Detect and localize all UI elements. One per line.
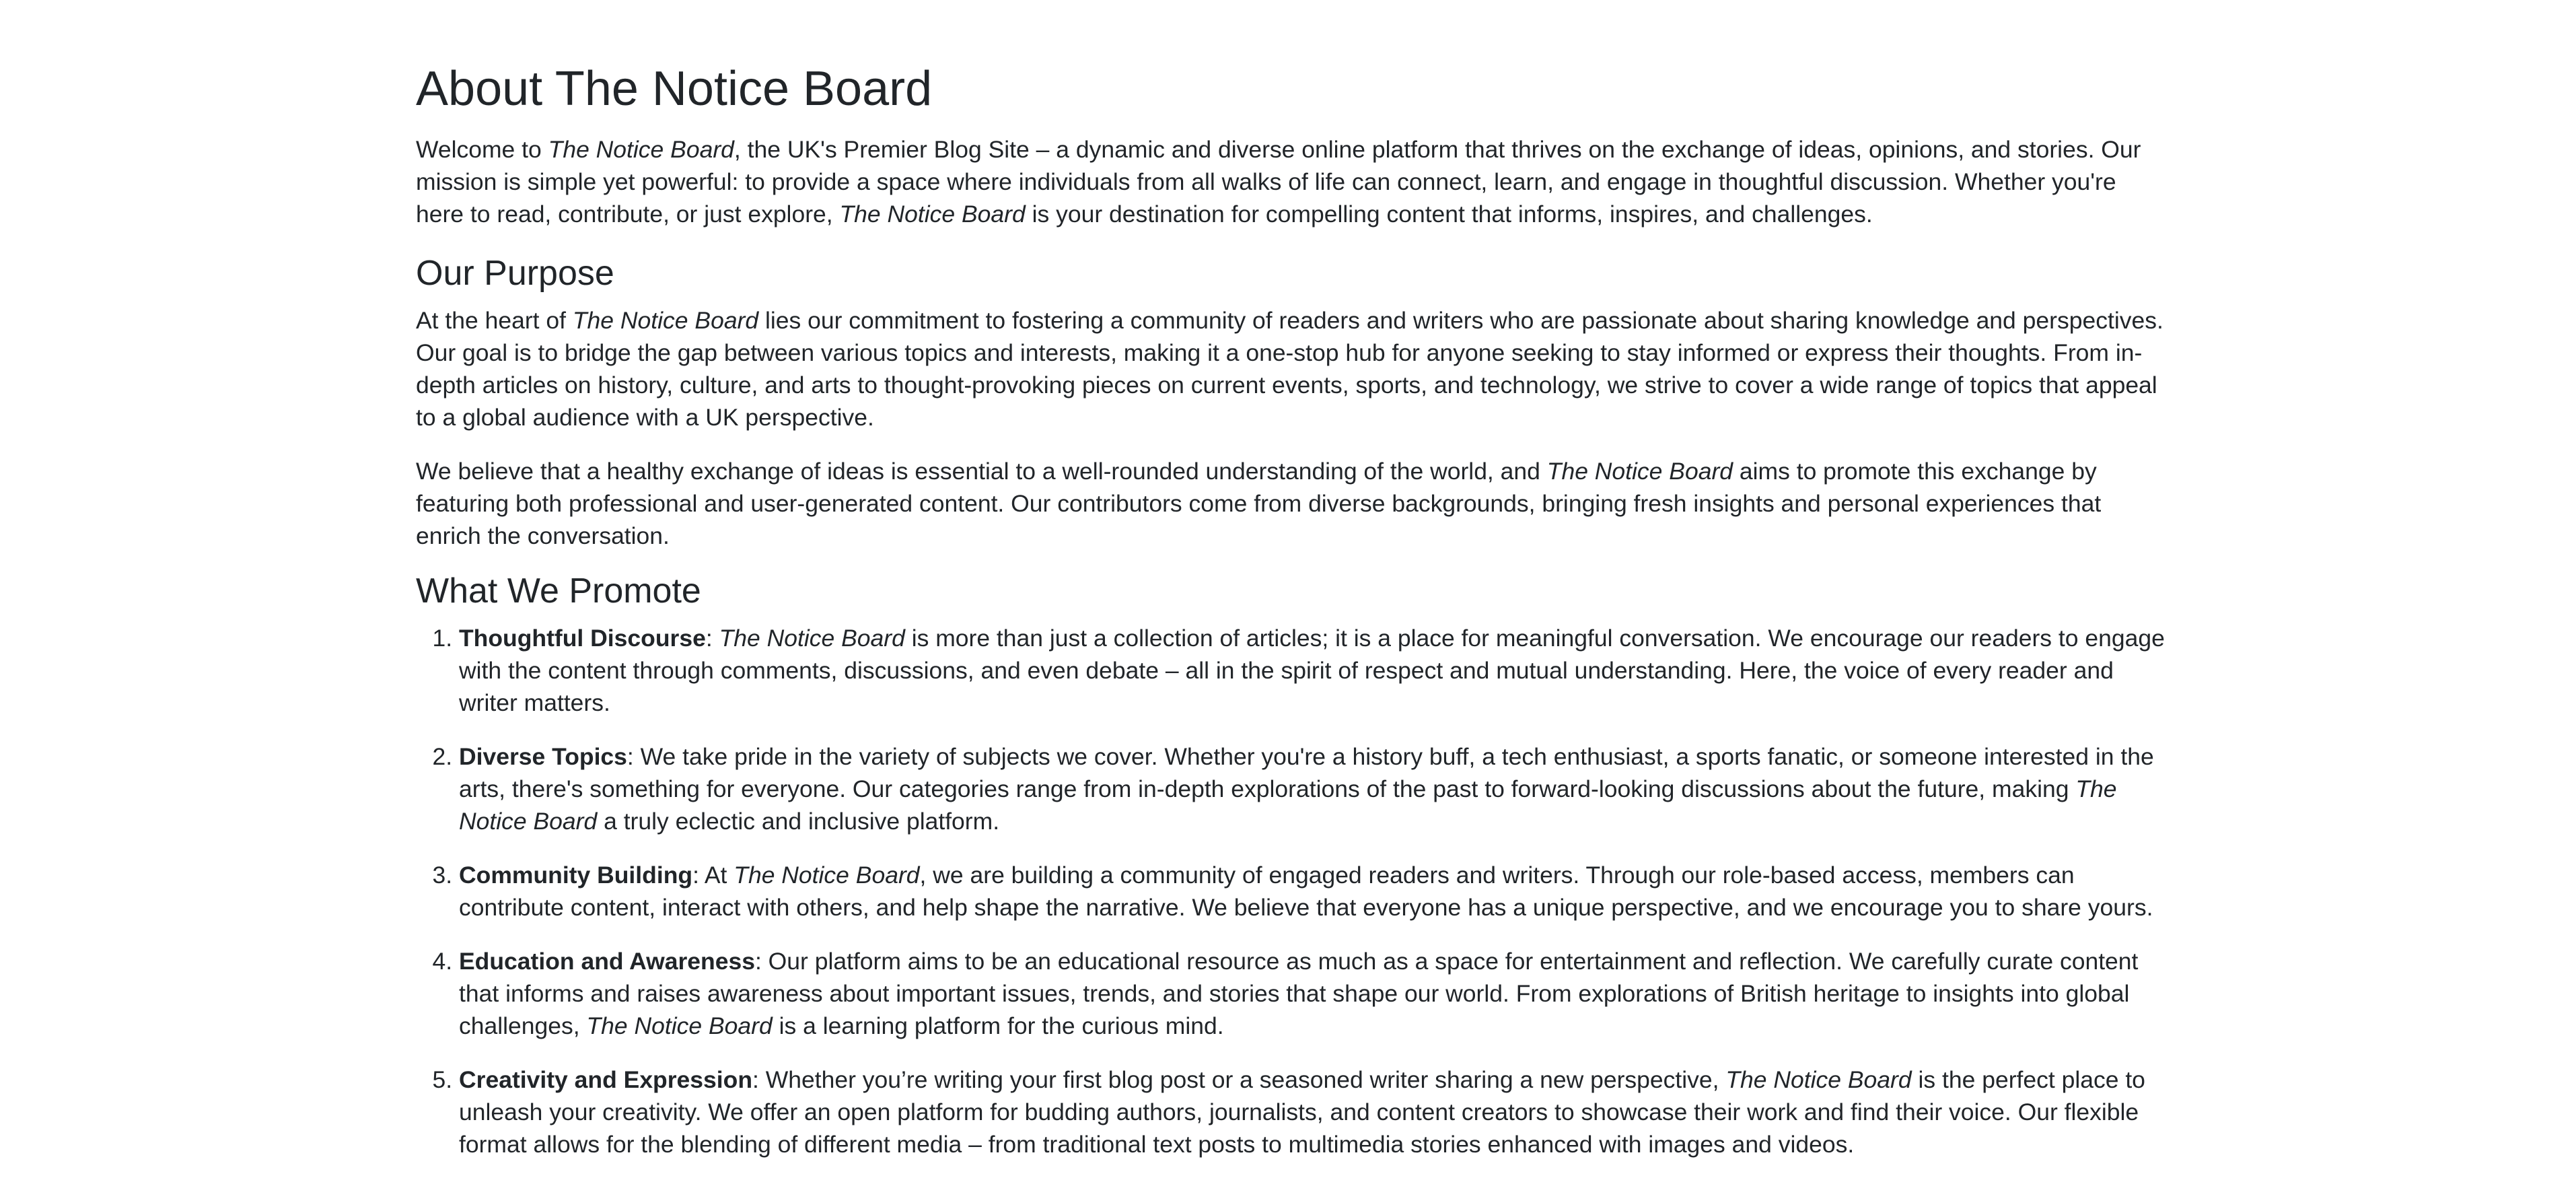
intro-paragraph: Welcome to The Notice Board, the UK's Pr… [416,133,2166,230]
list-item-suffix: is a learning platform for the curious m… [772,1012,1224,1039]
list-item: Diverse Topics: We take pride in the var… [459,740,2166,837]
section-heading-purpose: Our Purpose [416,254,614,293]
intro-prefix: Welcome to [416,136,548,163]
page-title: About The Notice Board [416,62,933,116]
list-item-colon: : [705,625,719,652]
brand-name: The Notice Board [572,307,759,334]
brand-name: The Notice Board [586,1012,773,1039]
list-item: Creativity and Expression: Whether you’r… [459,1064,2166,1160]
list-item-title: Creativity and Expression [459,1066,753,1093]
brand-name: The Notice Board [1546,458,1733,485]
list-item-text: : At [692,862,734,889]
intro-suffix: is your destination for compelling conte… [1025,201,1873,228]
list-item-text: : We take pride in the variety of subjec… [459,743,2154,802]
promote-list: Thoughtful Discourse: The Notice Board i… [416,622,2166,1160]
list-item: Community Building: At The Notice Board,… [459,859,2166,924]
list-item: Education and Awareness: Our platform ai… [459,945,2166,1042]
purpose-paragraph-1: At the heart of The Notice Board lies ou… [416,304,2166,433]
about-content: About The Notice Board Welcome to The No… [416,57,2166,1182]
brand-name: The Notice Board [839,201,1026,228]
purpose-paragraph-2: We believe that a healthy exchange of id… [416,455,2166,552]
purpose-p1-prefix: At the heart of [416,307,573,334]
brand-name: The Notice Board [734,862,920,889]
brand-name: The Notice Board [548,136,734,163]
brand-name: The Notice Board [719,625,905,652]
list-item: Thoughtful Discourse: The Notice Board i… [459,622,2166,719]
list-item-title: Education and Awareness [459,948,755,975]
section-heading-promote: What We Promote [416,571,701,611]
list-item-suffix: a truly eclectic and inclusive platform. [597,808,1000,835]
brand-name: The Notice Board [1725,1066,1912,1093]
purpose-p2-prefix: We believe that a healthy exchange of id… [416,458,1547,485]
list-item-title: Community Building [459,862,693,889]
list-item-text: : Whether you’re writing your first blog… [752,1066,1726,1093]
list-item-title: Thoughtful Discourse [459,625,706,652]
list-item-title: Diverse Topics [459,743,627,770]
